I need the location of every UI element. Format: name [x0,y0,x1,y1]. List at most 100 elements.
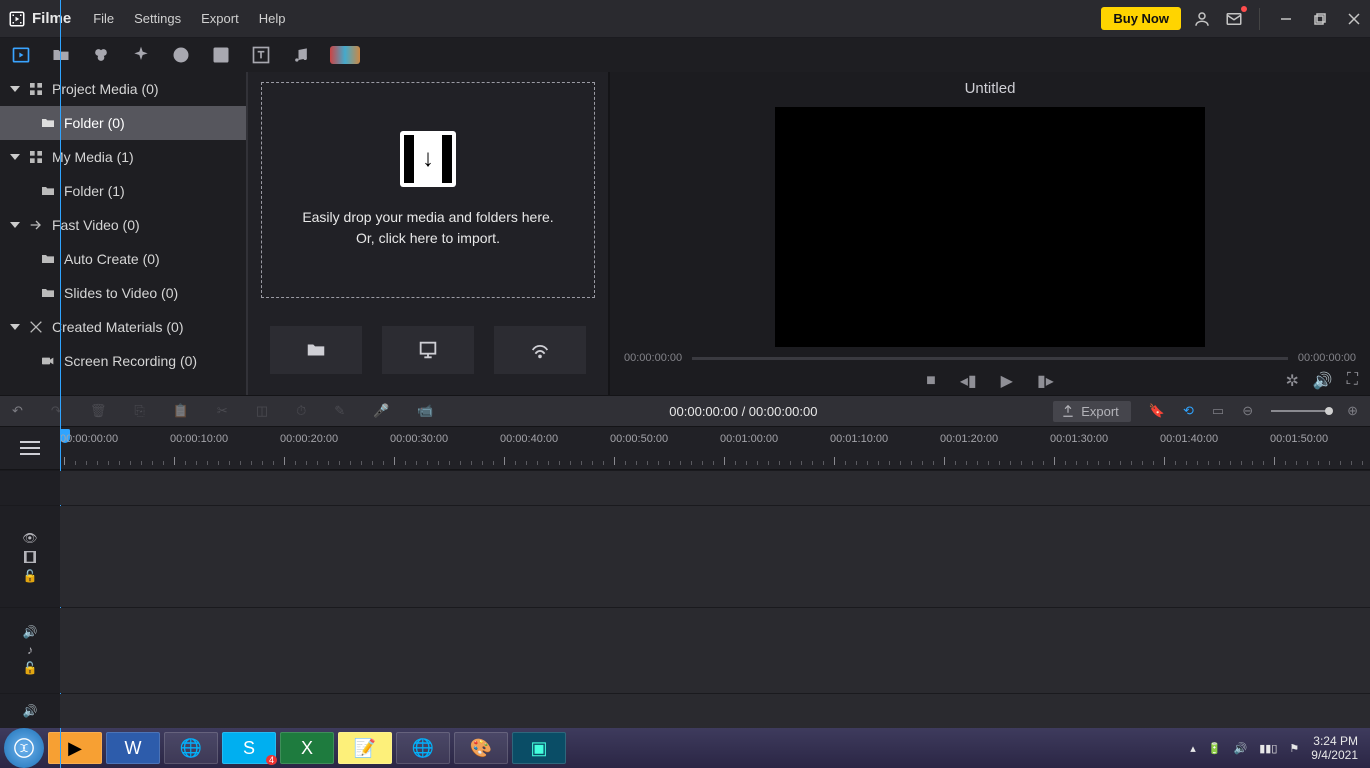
folder-icon[interactable] [50,44,72,66]
account-icon[interactable] [1191,8,1213,30]
marker-icon[interactable]: 🔖 [1149,403,1165,419]
taskbar-filme[interactable]: ▣ [512,732,566,764]
sidebar-item-folder[interactable]: Folder (0) [0,106,246,140]
menu-toggle[interactable] [0,427,60,469]
preview-viewport[interactable] [610,104,1370,349]
eye-icon[interactable]: 👁 [22,531,37,545]
sidebar-item-label: Screen Recording (0) [64,353,197,369]
sidebar-item-label: Auto Create (0) [64,251,160,267]
audio-track-header[interactable]: 🔊 ♪ 🔓 [0,608,60,693]
lock-icon[interactable]: 🔓 [23,569,38,583]
menu-export[interactable]: Export [201,11,239,26]
sidebar-item-folder[interactable]: Folder (1) [0,174,246,208]
taskbar-paint[interactable]: 🎨 [454,732,508,764]
prev-frame-button[interactable]: ◂▮ [960,371,977,391]
sidebar-item-label: Created Materials (0) [52,319,184,335]
media-drop-zone[interactable]: ↓ Easily drop your media and folders her… [261,82,595,298]
buynow-button[interactable]: Buy Now [1101,7,1181,30]
video-track[interactable] [60,506,1370,607]
record-voice-icon[interactable]: 🎤 [373,403,389,419]
sidebar-item-project-media[interactable]: Project Media (0) [0,72,246,106]
tray-chevron-icon[interactable]: ▴ [1190,742,1196,755]
paste-icon[interactable]: 📋 [173,403,189,419]
sidebar-item-screen-recording[interactable]: Screen Recording (0) [0,344,246,378]
menu-help[interactable]: Help [259,11,286,26]
sidebar-item-fast-video[interactable]: Fast Video (0) [0,208,246,242]
menu-settings[interactable]: Settings [134,11,181,26]
windows-taskbar: ▶ W 🌐 S4 X 📝 🌐 🎨 ▣ ▴ 🔋 🔊 ▮▮▯ ⚑ 3:24 PM 9… [0,728,1370,768]
maximize-button[interactable] [1308,7,1332,31]
play-button[interactable]: ▶ [1001,371,1013,391]
export-button[interactable]: Export [1053,401,1131,422]
sidebar-item-slides-to-video[interactable]: Slides to Video (0) [0,276,246,310]
snap-icon[interactable]: ⟲ [1183,403,1194,419]
split-icon[interactable]: ✂ [217,403,228,419]
import-folder-button[interactable] [270,326,362,374]
color-chip-icon[interactable] [330,46,360,64]
undo-icon[interactable]: ↶ [12,403,23,419]
zoom-out-icon[interactable]: ⊖ [1242,403,1253,419]
close-button[interactable] [1342,7,1366,31]
grid-icon [28,149,44,165]
volume-icon[interactable]: 🔊 [23,704,38,718]
speed-icon[interactable]: ⏱ [296,403,306,419]
fullscreen-icon[interactable]: ⛶ [1347,371,1358,391]
settings-icon[interactable]: ✲ [1285,371,1298,391]
video-track-header[interactable]: 👁 🔓 [0,506,60,607]
music-icon[interactable] [290,44,312,66]
next-frame-button[interactable]: ▮▸ [1037,371,1054,391]
text-icon[interactable] [250,44,272,66]
timeline-ruler[interactable]: 00:00:00:0000:00:10:0000:00:20:0000:00:3… [0,426,1370,470]
lock-icon[interactable]: 🔓 [23,661,38,675]
sidebar-item-label: My Media (1) [52,149,134,165]
preview-seek-bar[interactable] [692,357,1288,360]
taskbar-chrome[interactable]: 🌐 [164,732,218,764]
volume-icon[interactable]: 🔊 [1313,371,1333,391]
record-screen-icon[interactable]: 📹 [417,403,433,419]
sticker-icon[interactable] [170,44,192,66]
mail-icon[interactable] [1223,8,1245,30]
audio2-track-header[interactable]: 🔊 [0,694,60,728]
zoom-slider[interactable] [1271,410,1329,412]
audio-track-2[interactable] [60,694,1370,728]
system-tray[interactable]: ▴ 🔋 🔊 ▮▮▯ ⚑ 3:24 PM 9/4/2021 [1182,734,1366,763]
taskbar-notes[interactable]: 📝 [338,732,392,764]
sidebar-item-created-materials[interactable]: Created Materials (0) [0,310,246,344]
taskbar-media-player[interactable]: ▶ [48,732,102,764]
menu-file[interactable]: File [93,11,114,26]
ruler-mark: 00:01:30:00 [1050,433,1108,445]
taskbar-excel[interactable]: X [280,732,334,764]
audio-track[interactable] [60,608,1370,693]
volume-icon[interactable]: 🔊 [23,625,38,639]
aspect-icon[interactable]: ▭ [1212,403,1224,419]
download-online-button[interactable] [494,326,586,374]
transition-icon[interactable] [210,44,232,66]
start-button[interactable] [4,728,44,768]
system-clock[interactable]: 3:24 PM 9/4/2021 [1311,734,1358,763]
flag-icon[interactable]: ⚑ [1289,742,1299,755]
crop-icon[interactable]: ◫ [256,403,268,419]
volume-icon[interactable]: 🔊 [1234,742,1248,755]
sidebar-item-label: Slides to Video (0) [64,285,178,301]
stop-button[interactable]: ■ [926,372,936,390]
sparkle-icon[interactable] [130,44,152,66]
taskbar-chrome-2[interactable]: 🌐 [396,732,450,764]
timeline-position: 00:00:00:00 / 00:00:00:00 [462,404,1026,419]
color-icon[interactable]: ✎ [334,403,345,419]
taskbar-skype[interactable]: S4 [222,732,276,764]
minimize-button[interactable] [1274,7,1298,31]
zoom-in-icon[interactable]: ⊕ [1347,403,1358,419]
media-icon[interactable] [10,44,32,66]
dropzone-text-1: Easily drop your media and folders here. [302,207,553,228]
battery-icon[interactable]: 🔋 [1208,742,1222,755]
taskbar-word[interactable]: W [106,732,160,764]
copy-icon[interactable]: ⎘ [134,403,144,419]
sidebar-item-my-media[interactable]: My Media (1) [0,140,246,174]
sidebar-item-auto-create[interactable]: Auto Create (0) [0,242,246,276]
sidebar-item-label: Folder (1) [64,183,125,199]
marker-track[interactable] [60,471,1370,505]
record-screen-button[interactable] [382,326,474,374]
effects-icon[interactable] [90,44,112,66]
delete-icon[interactable]: 🗑 [90,403,107,419]
network-icon[interactable]: ▮▮▯ [1259,742,1277,755]
